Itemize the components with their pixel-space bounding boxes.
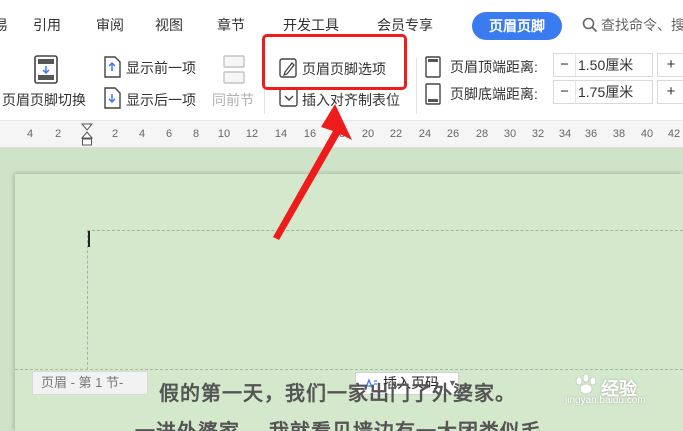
header-top-increase[interactable]: + (657, 53, 683, 77)
watermark-url: jingyan.baidu.com (565, 395, 646, 406)
header-top-distance-input[interactable]: − 1.50厘米 (553, 53, 653, 77)
ruler-tick: 42 (667, 128, 681, 140)
ruler-tick: 16 (303, 128, 317, 140)
header-top-distance-icon (425, 56, 441, 78)
menu-item-section[interactable]: 章节 (217, 15, 245, 35)
header-footer-switch-icon (34, 55, 58, 84)
header-edit-area[interactable] (87, 230, 683, 370)
ribbon-divider (416, 58, 417, 114)
text-cursor (88, 231, 90, 247)
show-next-icon (104, 87, 121, 109)
menu-item-view[interactable]: 视图 (155, 15, 183, 35)
search-icon (582, 17, 598, 33)
watermark: 经验 jingyan.baidu.com (563, 373, 683, 431)
ruler-tick: 32 (531, 128, 545, 140)
increase-button[interactable]: + (660, 54, 682, 76)
ruler-tick: 4 (26, 128, 34, 140)
ruler-tick: 30 (503, 128, 517, 140)
menu-item-developer[interactable]: 开发工具 (283, 15, 339, 35)
ruler-tick: 6 (165, 128, 173, 140)
body-text-line[interactable]: 一进外婆家， 我就看见墙边有一大团类似毛 (135, 415, 542, 431)
ruler-tick: 8 (192, 128, 200, 140)
ruler-tick: 22 (389, 128, 403, 140)
indent-marker-icon[interactable] (81, 123, 93, 147)
header-top-distance-value[interactable]: 1.50厘米 (578, 54, 633, 76)
header-boundary-line (15, 369, 683, 370)
ruler-tick: 26 (446, 128, 460, 140)
header-footer-switch-button[interactable]: 页眉页脚切换 (2, 90, 86, 110)
ruler-tick: 38 (612, 128, 626, 140)
footer-bottom-increase[interactable]: + (657, 80, 683, 104)
ruler-tick: 2 (54, 128, 62, 140)
menu-item-review[interactable]: 审阅 (96, 15, 124, 35)
ruler-tick: 4 (138, 128, 146, 140)
paw-logo-icon (575, 373, 597, 395)
show-previous-button[interactable]: 显示前一项 (126, 58, 196, 78)
insert-alignment-tab-button[interactable]: 插入对齐制表位 (302, 90, 400, 110)
ruler-tick: 28 (475, 128, 489, 140)
footer-bottom-distance-label: 页脚底端距离: (450, 86, 538, 102)
footer-bottom-distance-input[interactable]: − 1.75厘米 (553, 80, 653, 104)
ruler-tick: 12 (245, 128, 259, 140)
insert-tab-stop-icon (279, 88, 298, 107)
ruler-tick: 2 (111, 128, 119, 140)
ruler-tick: 14 (274, 128, 288, 140)
menu-item-member[interactable]: 会员专享 (377, 15, 433, 35)
menu-item-references[interactable]: 引用 (33, 15, 61, 35)
ruler-tick: 20 (361, 128, 375, 140)
same-as-previous-button[interactable]: 同前节 (212, 90, 254, 110)
same-as-previous-icon (223, 55, 245, 84)
highlight-box (262, 34, 407, 90)
ruler-tick: 36 (584, 128, 598, 140)
header-section-tag: 页眉 - 第 1 节- (32, 371, 148, 395)
ruler-tick: 10 (217, 128, 231, 140)
menu-item-partial[interactable]: 易 (0, 15, 8, 35)
tab-header-footer[interactable]: 页眉页脚 (472, 12, 562, 40)
ruler-tick: 18 (332, 128, 346, 140)
ruler-tick: 24 (418, 128, 432, 140)
body-text-line[interactable]: 假的第一天，我们一家出门了外婆家。 (159, 377, 516, 406)
ruler-tick: 34 (558, 128, 572, 140)
search-command[interactable]: 查找命令、搜 (582, 15, 683, 35)
decrease-button[interactable]: − (554, 54, 576, 76)
footer-bottom-distance-value[interactable]: 1.75厘米 (578, 81, 633, 103)
show-next-button[interactable]: 显示后一项 (126, 90, 196, 110)
search-label: 查找命令、搜 (601, 17, 683, 33)
show-previous-icon (104, 56, 121, 78)
header-top-distance-label: 页眉顶端距离: (450, 59, 538, 75)
increase-button[interactable]: + (660, 81, 682, 103)
horizontal-ruler[interactable]: 4 2 2 4 6 8 10 12 14 16 18 20 22 24 26 2… (0, 120, 683, 148)
decrease-button[interactable]: − (554, 81, 576, 103)
footer-bottom-distance-icon (425, 83, 441, 105)
ruler-tick: 40 (640, 128, 654, 140)
